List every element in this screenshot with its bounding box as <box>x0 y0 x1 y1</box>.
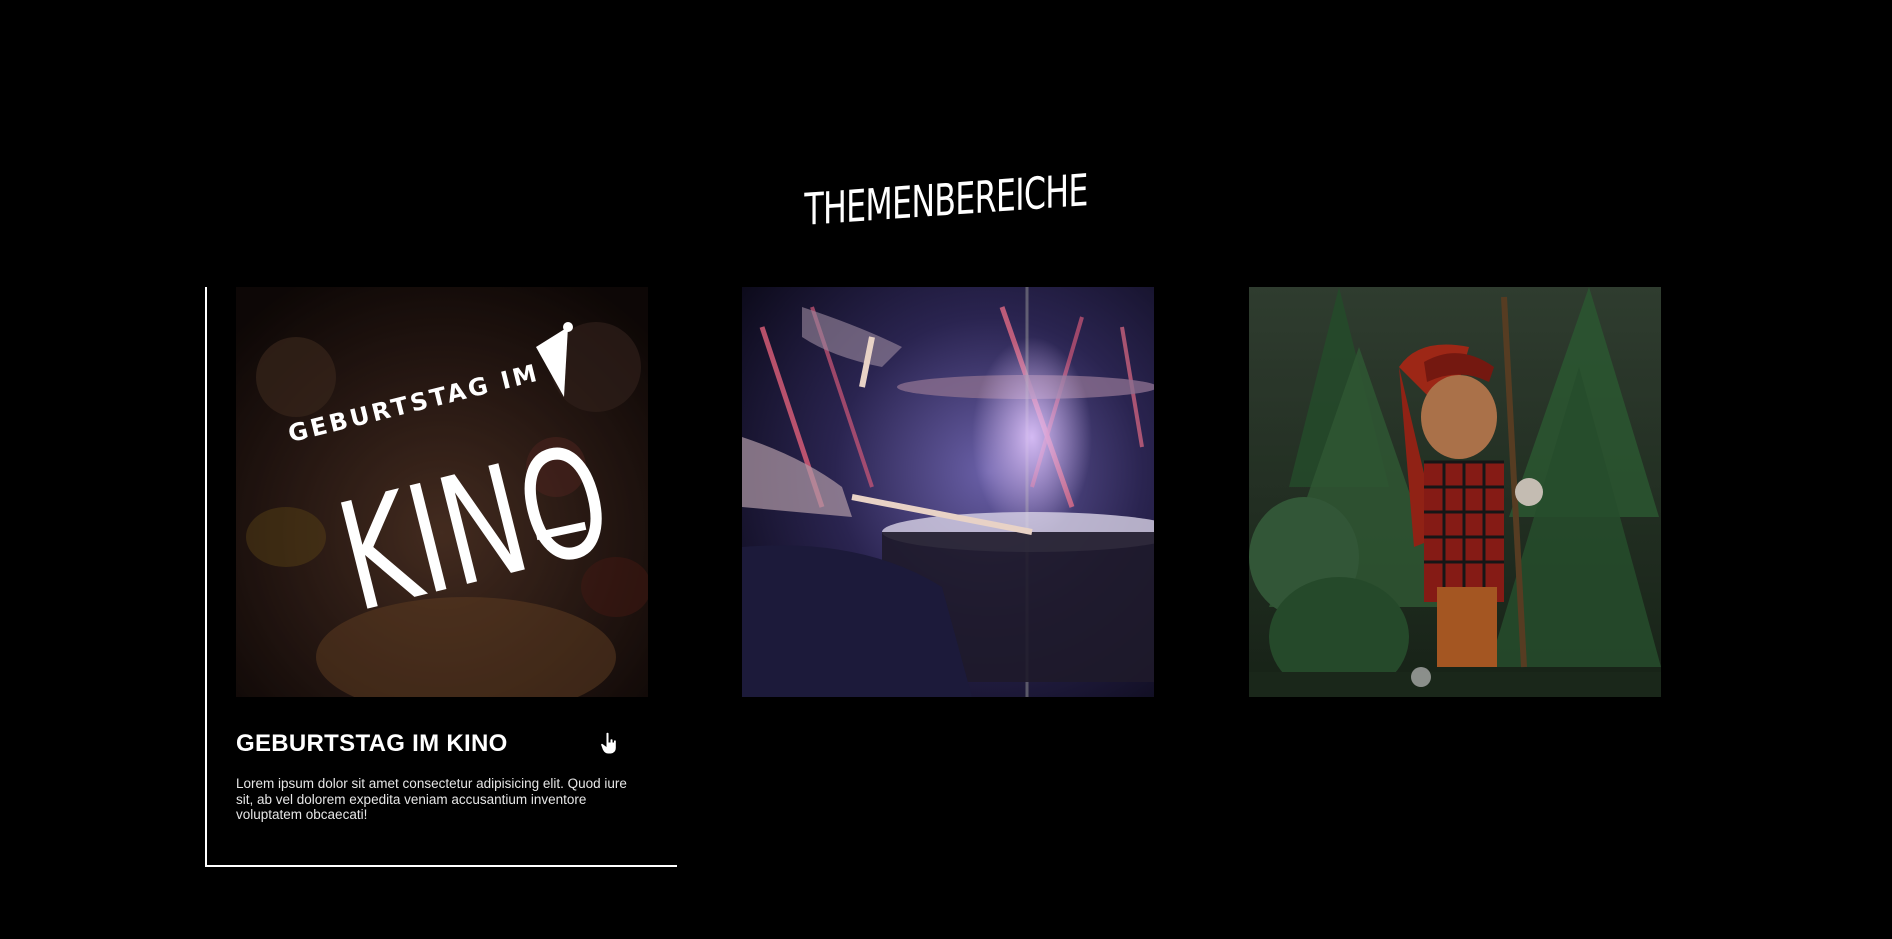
card-image-geburtstag[interactable]: GEBURTSTAG IM KINO <box>236 287 648 697</box>
card-geburtstag[interactable]: GEBURTSTAG IM KINO <box>236 287 648 697</box>
card-image-drummer[interactable] <box>742 287 1154 697</box>
card-puppet[interactable] <box>1249 287 1661 697</box>
card-drummer[interactable] <box>742 287 1154 697</box>
card-title[interactable]: GEBURTSTAG IM KINO <box>236 730 508 758</box>
drummer-photo-image <box>742 287 1154 697</box>
card-image-puppet[interactable] <box>1249 287 1661 697</box>
section-title: THEMENBEREICHE <box>804 164 1088 236</box>
party-hat-icon <box>536 327 568 397</box>
puppet-photo-image <box>1249 287 1661 697</box>
hand-pointer-cursor-icon <box>600 731 617 755</box>
card-description: Lorem ipsum dolor sit amet consectetur a… <box>236 776 627 822</box>
geburtstag-logo: GEBURTSTAG IM KINO <box>285 322 626 646</box>
